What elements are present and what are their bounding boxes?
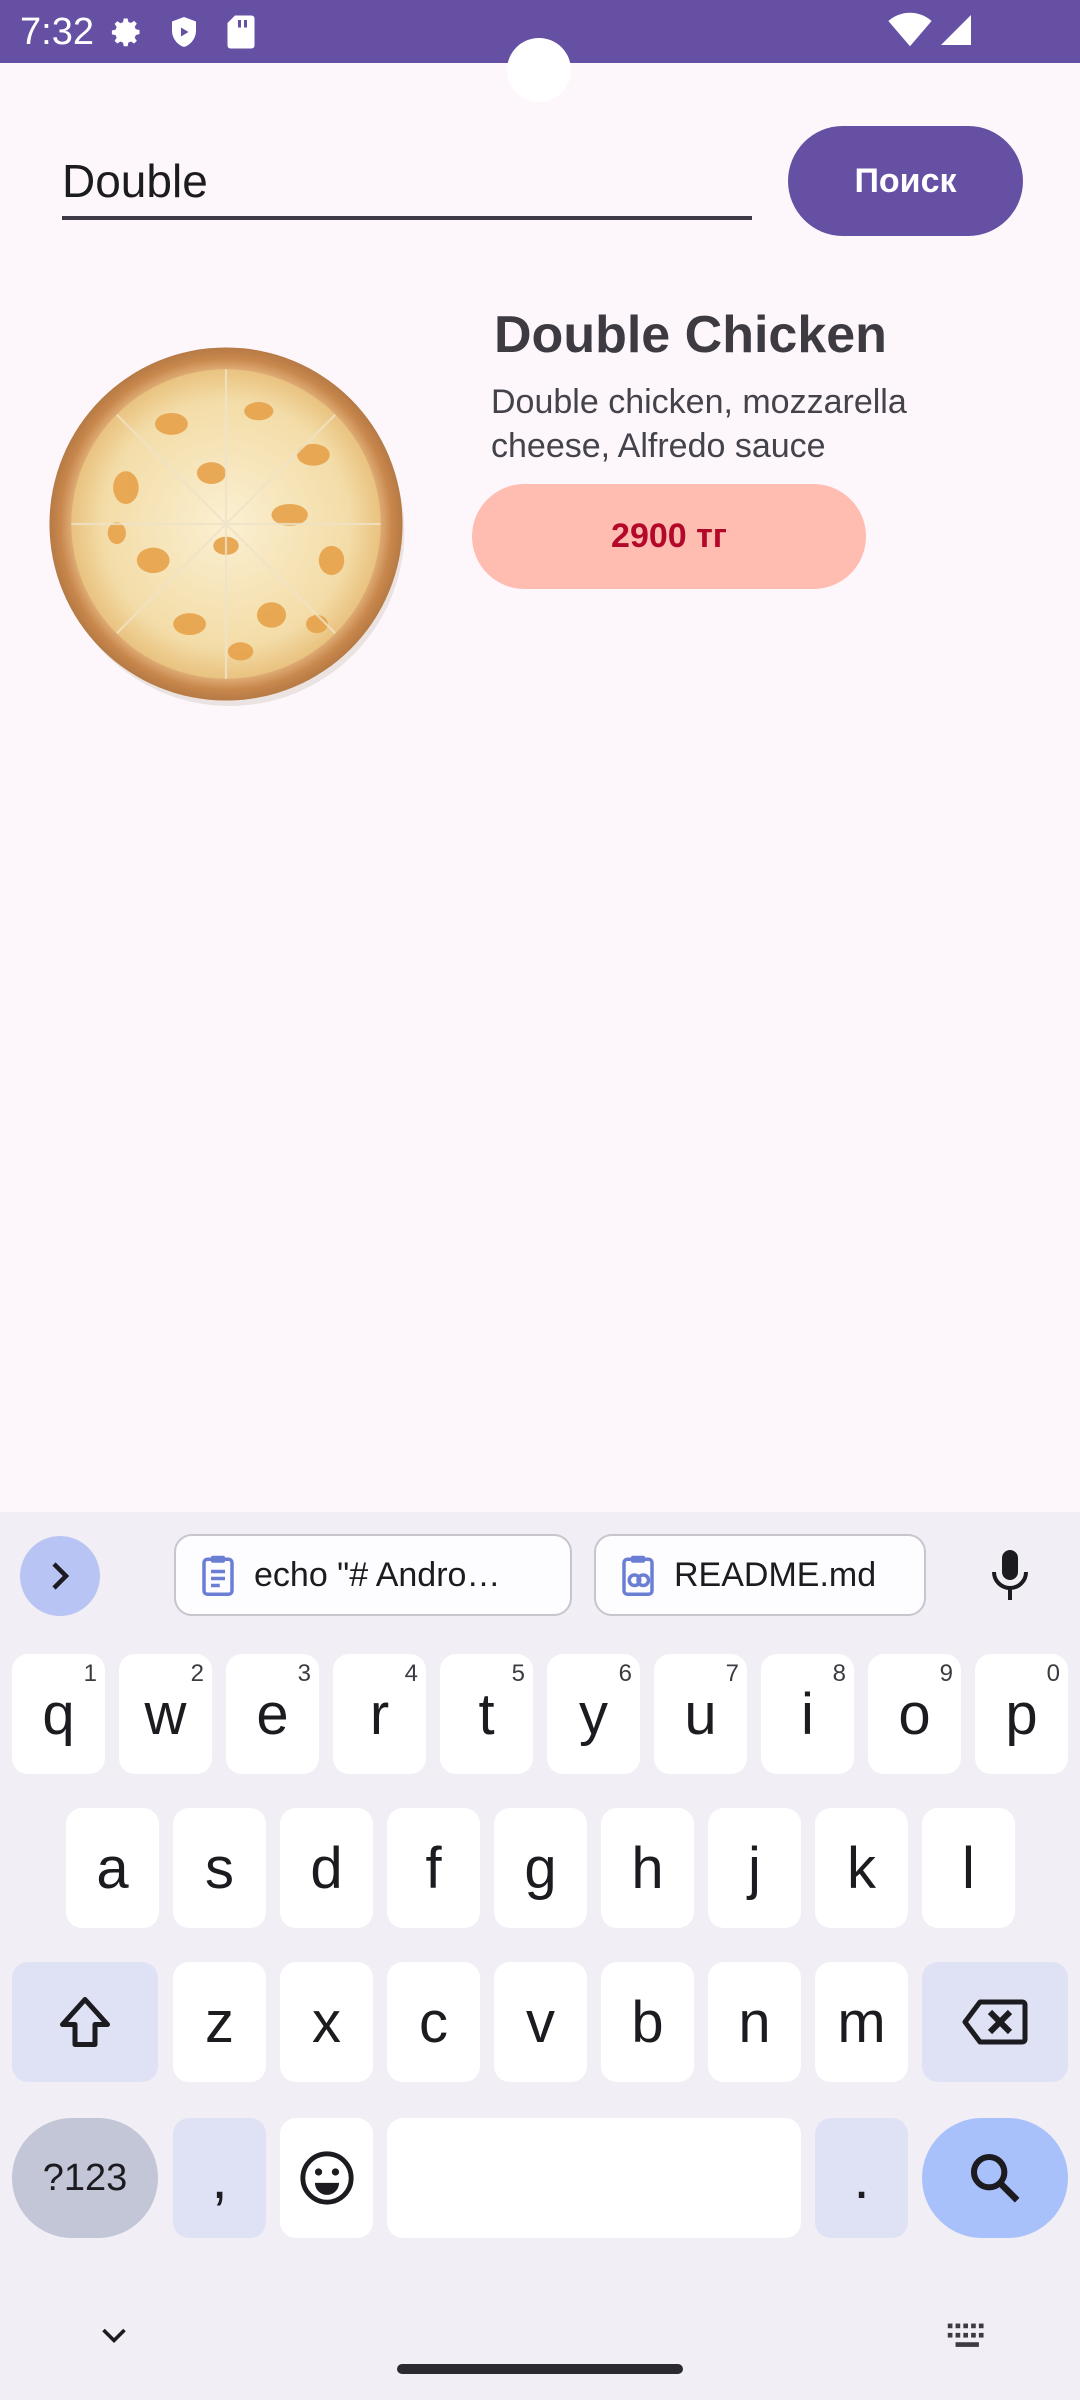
key-g[interactable]: g <box>494 1808 587 1928</box>
key-label: u <box>684 1681 717 1747</box>
key-k[interactable]: k <box>815 1808 908 1928</box>
expand-toolbar-button[interactable] <box>20 1536 100 1616</box>
key-t[interactable]: t5 <box>440 1654 533 1774</box>
status-time: 7:32 <box>20 11 94 53</box>
key-v[interactable]: v <box>494 1962 587 2082</box>
space-key[interactable] <box>387 2118 801 2238</box>
wifi-icon <box>888 12 932 47</box>
search-field[interactable] <box>62 140 752 220</box>
key-hint: 5 <box>511 1660 525 1687</box>
key-f[interactable]: f <box>387 1808 480 1928</box>
search-icon <box>970 2153 1020 2203</box>
key-p[interactable]: p0 <box>975 1654 1068 1774</box>
symbols-key[interactable]: ?123 <box>12 2118 158 2238</box>
keyboard-switch-icon[interactable] <box>946 2322 990 2350</box>
key-hint: 0 <box>1046 1660 1060 1687</box>
key-hint: 3 <box>297 1660 311 1687</box>
key-o[interactable]: o9 <box>868 1654 961 1774</box>
key-r[interactable]: r4 <box>333 1654 426 1774</box>
key-label: r <box>369 1681 390 1747</box>
key-s[interactable]: s <box>173 1808 266 1928</box>
key-i[interactable]: i8 <box>761 1654 854 1774</box>
key-y[interactable]: y6 <box>547 1654 640 1774</box>
key-label: o <box>898 1681 931 1747</box>
emoji-key[interactable] <box>280 2118 373 2238</box>
key-n[interactable]: n <box>708 1962 801 2082</box>
hide-keyboard-icon[interactable] <box>96 2318 132 2354</box>
key-m[interactable]: m <box>815 1962 908 2082</box>
backspace-key[interactable] <box>922 1962 1068 2082</box>
key-hint: 9 <box>939 1660 953 1687</box>
period-key[interactable]: . <box>815 2118 908 2238</box>
key-hint: 8 <box>832 1660 846 1687</box>
camera-cutout <box>507 38 571 102</box>
clipboard-chip-1[interactable]: echo "# Andro… <box>174 1534 572 1616</box>
home-indicator[interactable] <box>397 2364 683 2374</box>
key-b[interactable]: b <box>601 1962 694 2082</box>
clipboard-chip-2[interactable]: README.md <box>594 1534 926 1616</box>
clipboard-link-icon <box>622 1555 654 1596</box>
sd-card-icon <box>227 15 255 49</box>
microphone-icon[interactable] <box>990 1548 1030 1604</box>
key-label: q <box>42 1681 75 1747</box>
key-u[interactable]: u7 <box>654 1654 747 1774</box>
key-e[interactable]: e3 <box>226 1654 319 1774</box>
key-label: e <box>256 1681 289 1747</box>
key-l[interactable]: l <box>922 1808 1015 1928</box>
clipboard-chip-label: echo "# Andro… <box>254 1555 501 1594</box>
key-c[interactable]: c <box>387 1962 480 2082</box>
key-d[interactable]: d <box>280 1808 373 1928</box>
key-a[interactable]: a <box>66 1808 159 1928</box>
clipboard-chip-label: README.md <box>674 1555 877 1594</box>
key-label: y <box>579 1681 608 1747</box>
comma-key[interactable]: , <box>173 2118 266 2238</box>
key-label: i <box>801 1681 814 1747</box>
key-hint: 6 <box>618 1660 632 1687</box>
shield-icon <box>172 17 196 47</box>
key-label: w <box>144 1681 187 1747</box>
search-input[interactable] <box>62 154 752 208</box>
key-z[interactable]: z <box>173 1962 266 2082</box>
key-q[interactable]: q1 <box>12 1654 105 1774</box>
search-key[interactable] <box>922 2118 1068 2238</box>
shift-key[interactable] <box>12 1962 158 2082</box>
key-label: p <box>1005 1681 1038 1747</box>
key-h[interactable]: h <box>601 1808 694 1928</box>
product-title: Double Chicken <box>494 306 887 364</box>
settings-icon <box>111 18 140 47</box>
key-hint: 2 <box>190 1660 204 1687</box>
pizza-image <box>49 347 405 706</box>
chevron-right-icon <box>52 1562 70 1590</box>
search-button[interactable]: Поиск <box>788 126 1023 236</box>
key-hint: 7 <box>725 1660 739 1687</box>
price-button[interactable]: 2900 тг <box>472 484 866 589</box>
key-hint: 4 <box>404 1660 418 1687</box>
key-x[interactable]: x <box>280 1962 373 2082</box>
on-screen-keyboard: echo "# Andro… README.md q1 w2 e3 r4 t5 … <box>0 1512 1080 2400</box>
key-hint: 1 <box>83 1660 97 1687</box>
key-j[interactable]: j <box>708 1808 801 1928</box>
clipboard-icon <box>202 1555 234 1596</box>
backspace-icon <box>962 1999 1028 2045</box>
key-label: t <box>478 1681 495 1747</box>
shift-icon <box>60 1997 110 2047</box>
key-w[interactable]: w2 <box>119 1654 212 1774</box>
product-description: Double chicken, mozzarella cheese, Alfre… <box>491 383 907 465</box>
emoji-icon <box>299 2151 354 2205</box>
signal-icon <box>941 15 971 45</box>
